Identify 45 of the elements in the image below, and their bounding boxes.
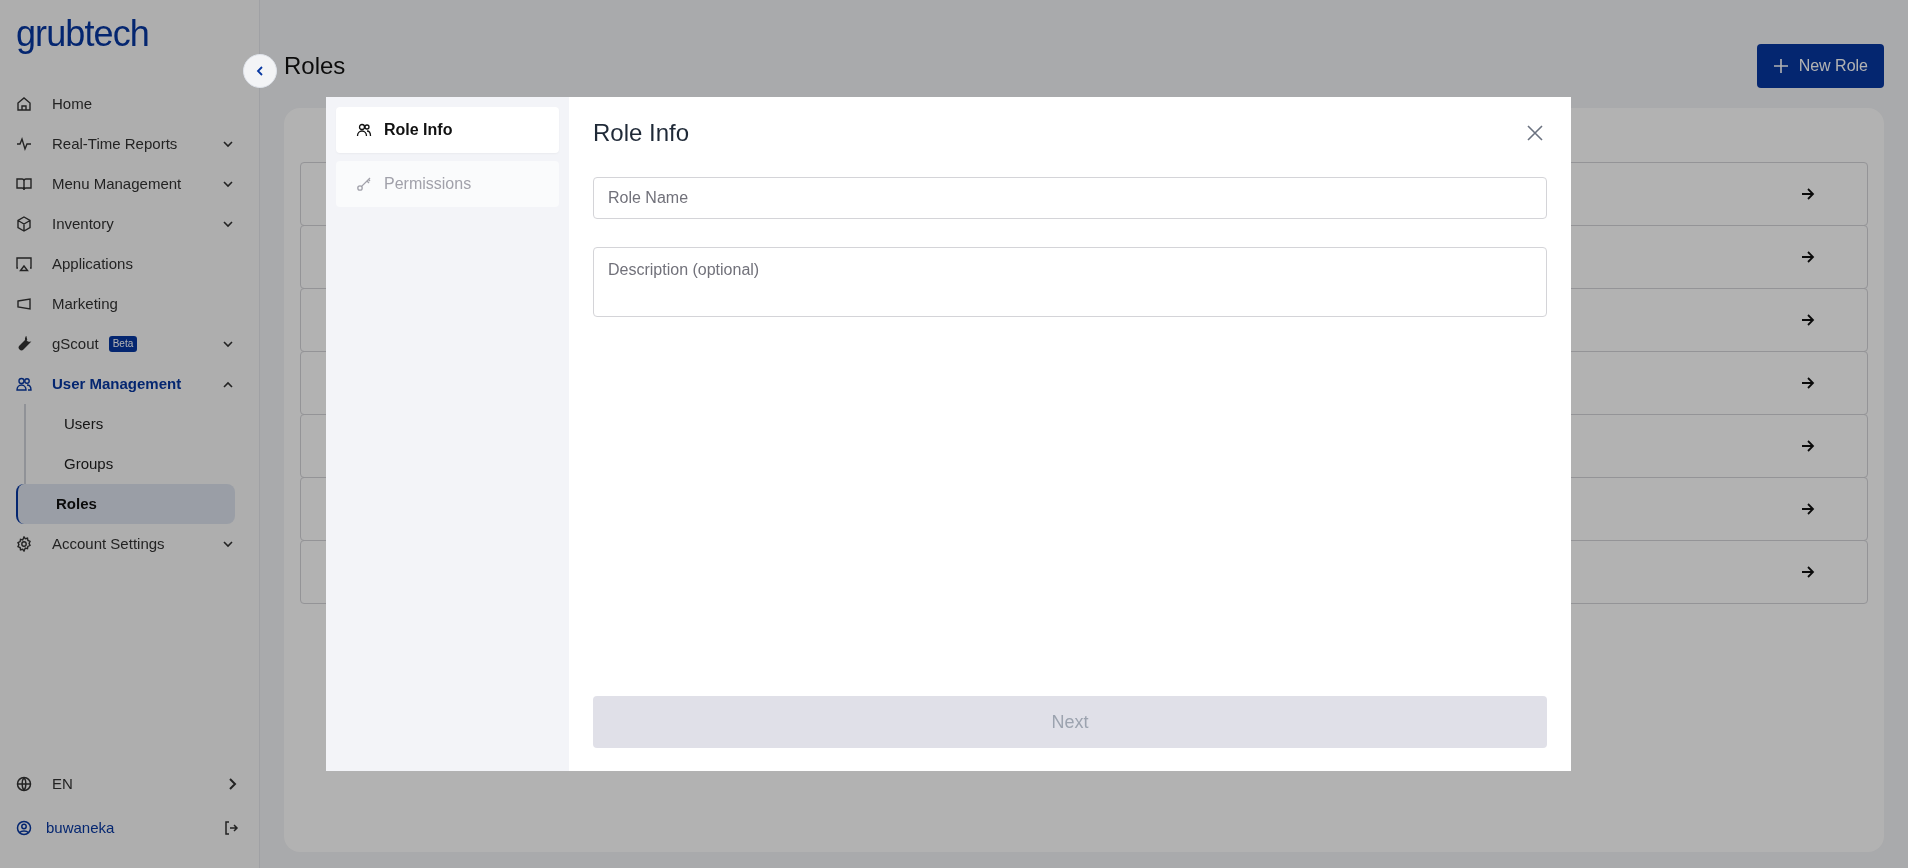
nav-icon (16, 136, 32, 152)
nav-icon (16, 336, 32, 352)
dialog-title: Role Info (593, 118, 690, 148)
nav-icon (16, 216, 32, 232)
key-icon (356, 176, 372, 192)
nav-icon (16, 536, 32, 552)
nav-item[interactable]: Account Settings (0, 524, 259, 564)
close-icon[interactable] (1527, 125, 1543, 141)
nav-item[interactable]: Inventory (0, 204, 259, 244)
logout-icon[interactable] (223, 820, 239, 836)
nav-icon (16, 296, 32, 312)
chevron-left-icon (256, 66, 264, 76)
globe-icon (16, 776, 32, 792)
arrow-right-icon (1801, 188, 1815, 200)
nav-icon (16, 176, 32, 192)
arrow-right-icon (1801, 566, 1815, 578)
page-title: Roles (284, 50, 346, 81)
new-role-button[interactable]: New Role (1756, 43, 1884, 88)
step-tab[interactable]: Role Info (336, 107, 559, 153)
nav-icon (16, 376, 32, 392)
arrow-right-icon (1801, 440, 1815, 452)
users-icon (356, 122, 372, 138)
logo[interactable]: grubtech (16, 13, 149, 54)
chevron-right-icon (227, 778, 237, 790)
nav-item[interactable]: Applications (0, 244, 259, 284)
language-selector[interactable]: EN (0, 764, 259, 804)
beta-badge: Beta (108, 336, 138, 352)
nav-icon (16, 256, 32, 272)
user-icon (16, 820, 32, 836)
nav-item[interactable]: Menu Management (0, 164, 259, 204)
nav-icon (16, 96, 32, 112)
arrow-right-icon (1801, 377, 1815, 389)
nav-item[interactable]: Marketing (0, 284, 259, 324)
description-field[interactable]: Description (optional) (593, 247, 1547, 317)
nav-subitem[interactable]: Users (24, 404, 235, 444)
plus-icon (1772, 57, 1789, 74)
arrow-right-icon (1801, 314, 1815, 326)
nav-item[interactable]: Real-Time Reports (0, 124, 259, 164)
nav-subitem[interactable]: Roles (16, 484, 235, 524)
arrow-right-icon (1801, 251, 1815, 263)
username[interactable]: buwaneka (46, 816, 223, 840)
nav-item[interactable]: gScout Beta (0, 324, 259, 364)
arrow-right-icon (1801, 503, 1815, 515)
nav-item[interactable]: User Management (0, 364, 259, 404)
role-name-field[interactable]: Role Name (593, 177, 1547, 219)
